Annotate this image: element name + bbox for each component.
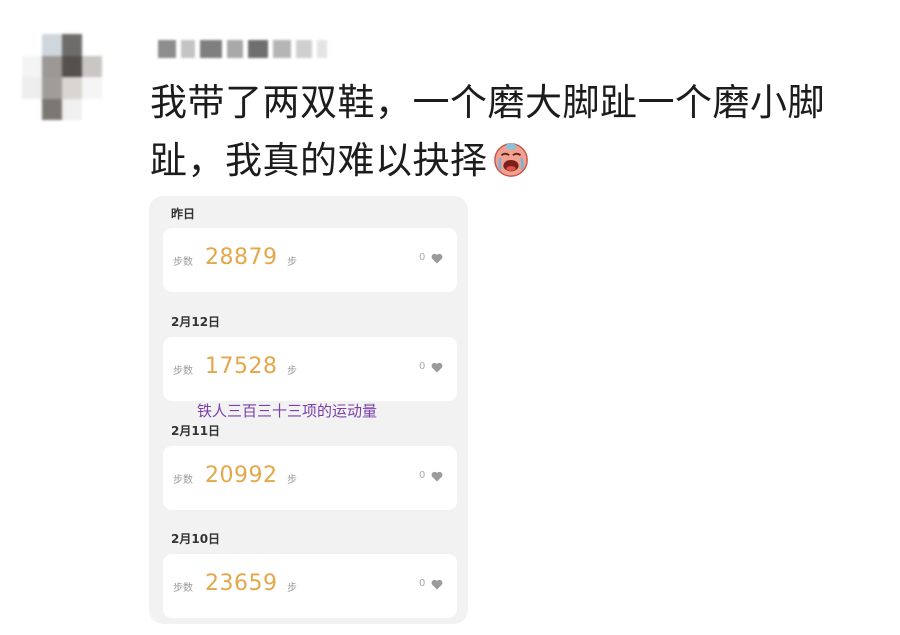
day-label: 2月11日 bbox=[171, 424, 221, 438]
step-unit: 步 bbox=[287, 257, 297, 268]
crying-face-emoji-icon bbox=[493, 142, 528, 177]
step-count: 20992 bbox=[205, 463, 278, 488]
heart-icon[interactable] bbox=[431, 471, 443, 482]
step-label: 步数 bbox=[173, 475, 193, 486]
step-card: 步数 20992 步 0 bbox=[163, 446, 457, 510]
step-count: 17528 bbox=[205, 354, 278, 379]
step-unit: 步 bbox=[287, 366, 297, 377]
step-unit: 步 bbox=[287, 583, 297, 594]
step-label: 步数 bbox=[173, 257, 193, 268]
heart-icon[interactable] bbox=[431, 362, 443, 373]
post-body: 我带了两双鞋，一个磨大脚趾一个磨小脚趾，我真的难以抉择 bbox=[150, 81, 825, 182]
step-card: 步数 17528 步 0 bbox=[163, 337, 457, 401]
like-count: 0 bbox=[419, 470, 426, 481]
step-count: 23659 bbox=[205, 571, 278, 596]
caption-overlay: 铁人三百三十三项的运动量 bbox=[197, 402, 378, 420]
step-label: 步数 bbox=[173, 366, 193, 377]
avatar[interactable] bbox=[22, 34, 102, 120]
step-unit: 步 bbox=[287, 475, 297, 486]
post-text: 我带了两双鞋，一个磨大脚趾一个磨小脚趾，我真的难以抉择 bbox=[150, 74, 850, 190]
step-label: 步数 bbox=[173, 583, 193, 594]
heart-icon[interactable] bbox=[431, 579, 443, 590]
like-count: 0 bbox=[419, 361, 426, 372]
username[interactable] bbox=[158, 40, 327, 58]
step-count-screenshot: 昨日 步数 28879 步 0 2月12日 步数 17528 步 0 铁人三百三… bbox=[149, 196, 468, 624]
heart-icon[interactable] bbox=[431, 253, 443, 264]
step-count: 28879 bbox=[205, 245, 278, 270]
day-label: 2月12日 bbox=[171, 315, 221, 329]
like-count: 0 bbox=[419, 578, 426, 589]
day-label: 2月10日 bbox=[171, 532, 221, 546]
step-card: 步数 23659 步 0 bbox=[163, 554, 457, 618]
step-card: 步数 28879 步 0 bbox=[163, 228, 457, 292]
day-label: 昨日 bbox=[171, 207, 196, 221]
like-count: 0 bbox=[419, 252, 426, 263]
